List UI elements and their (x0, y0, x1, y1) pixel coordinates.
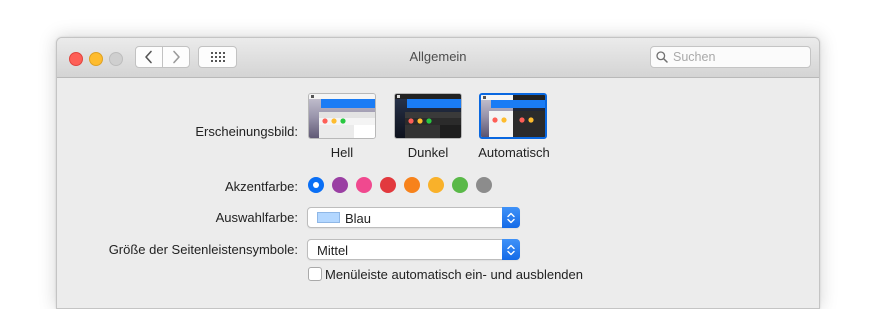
appearance-label: Erscheinungsbild: (195, 124, 298, 139)
sidebar-icon-size-popup[interactable]: Mittel (307, 239, 520, 260)
highlight-swatch (317, 212, 340, 223)
selected-indicator (313, 182, 319, 188)
menubar-autohide-label[interactable]: Menüleiste automatisch ein- und ausblend… (325, 267, 583, 282)
accent-purple-button[interactable] (332, 177, 348, 193)
light-appearance-thumbnail (309, 94, 375, 138)
appearance-dark-option[interactable] (394, 93, 462, 139)
accent-graphite-button[interactable] (476, 177, 492, 193)
accent-orange-button[interactable] (404, 177, 420, 193)
auto-appearance-thumbnail (481, 95, 545, 137)
appearance-auto-label: Automatisch (478, 145, 550, 160)
sidebar-icon-size-value: Mittel (317, 243, 349, 258)
highlight-color-label: Auswahlfarbe: (215, 210, 298, 225)
appearance-light-option[interactable] (308, 93, 376, 139)
accent-color-label: Akzentfarbe: (225, 179, 298, 194)
accent-blue-button[interactable] (308, 177, 324, 193)
accent-red-button[interactable] (380, 177, 396, 193)
dark-appearance-thumbnail (395, 94, 461, 138)
highlight-color-value: Blau (345, 211, 372, 226)
accent-green-button[interactable] (452, 177, 468, 193)
popup-stepper (502, 239, 520, 260)
updown-chevron-icon (507, 212, 515, 223)
highlight-color-popup[interactable]: Blau (307, 207, 520, 228)
preferences-window: Allgemein Erscheinungsbild: (56, 37, 820, 309)
accent-yellow-button[interactable] (428, 177, 444, 193)
updown-chevron-icon (507, 244, 515, 255)
appearance-dark-label: Dunkel (407, 145, 449, 160)
appearance-light-label: Hell (330, 145, 354, 160)
search-icon (656, 51, 668, 63)
popup-stepper (502, 207, 520, 228)
appearance-auto-option[interactable] (479, 93, 547, 139)
sidebar-icon-size-label: Größe der Seitenleistensymbole: (108, 242, 298, 257)
accent-pink-button[interactable] (356, 177, 372, 193)
search-input[interactable] (673, 48, 805, 66)
menubar-autohide-checkbox[interactable] (308, 267, 322, 281)
title-bar: Allgemein (57, 38, 819, 78)
search-field[interactable] (650, 46, 811, 68)
